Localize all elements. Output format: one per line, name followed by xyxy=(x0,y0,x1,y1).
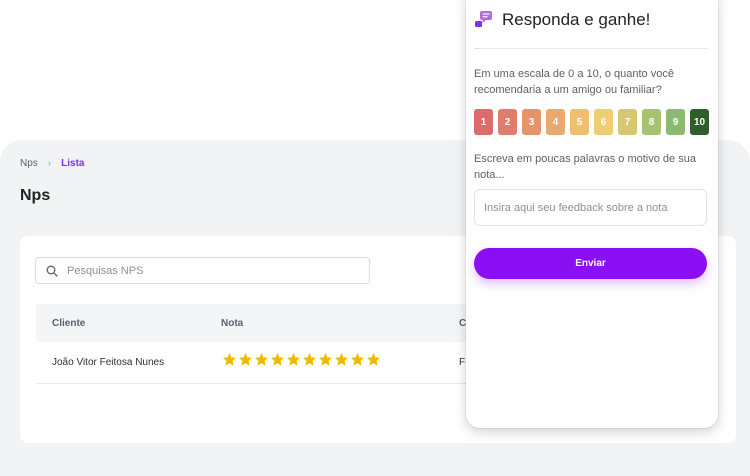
star-icon xyxy=(287,353,300,366)
search-icon xyxy=(46,265,58,277)
search-input[interactable] xyxy=(65,263,345,278)
star-icon xyxy=(367,353,380,366)
breadcrumb-separator-icon: › xyxy=(47,158,52,169)
row-divider xyxy=(36,383,466,384)
feedback-input[interactable] xyxy=(474,189,707,226)
survey-question: Em uma escala de 0 a 10, o quanto você r… xyxy=(474,68,674,96)
survey-chat-icon xyxy=(475,11,492,27)
survey-divider xyxy=(474,48,708,49)
page-title: Nps xyxy=(20,187,51,204)
star-icon xyxy=(239,353,252,366)
star-icon xyxy=(223,353,236,366)
star-icon xyxy=(255,353,268,366)
breadcrumb-current: Lista xyxy=(61,158,85,169)
reason-label: Escreva em poucas palavras o motivo de s… xyxy=(474,153,696,181)
score-button-4[interactable]: 4 xyxy=(546,109,565,135)
star-icon xyxy=(335,353,348,366)
score-button-6[interactable]: 6 xyxy=(594,109,613,135)
score-button-8[interactable]: 8 xyxy=(642,109,661,135)
score-button-7[interactable]: 7 xyxy=(618,109,637,135)
score-button-3[interactable]: 3 xyxy=(522,109,541,135)
breadcrumb-root[interactable]: Nps xyxy=(20,158,38,169)
breadcrumb: Nps › Lista xyxy=(20,158,84,169)
survey-title: Responda e ganhe! xyxy=(502,10,651,29)
score-button-5[interactable]: 5 xyxy=(570,109,589,135)
search-box[interactable] xyxy=(35,257,370,284)
score-scale: 1 2 3 4 5 6 7 8 9 10 xyxy=(474,109,709,135)
survey-header: Responda e ganhe! xyxy=(474,10,650,30)
table-cell-truncated: F xyxy=(459,357,466,368)
star-icon xyxy=(351,353,364,366)
table-cell-cliente: João Vitor Feitosa Nunes xyxy=(52,357,165,368)
column-header-nota[interactable]: Nota xyxy=(221,318,243,329)
score-button-2[interactable]: 2 xyxy=(498,109,517,135)
score-button-10[interactable]: 10 xyxy=(690,109,709,135)
column-header-cliente[interactable]: Cliente xyxy=(52,318,85,329)
star-icon xyxy=(303,353,316,366)
score-button-1[interactable]: 1 xyxy=(474,109,493,135)
star-icon xyxy=(319,353,332,366)
star-icon xyxy=(271,353,284,366)
rating-stars xyxy=(222,352,381,367)
score-button-9[interactable]: 9 xyxy=(666,109,685,135)
submit-button[interactable]: Enviar xyxy=(474,248,707,279)
